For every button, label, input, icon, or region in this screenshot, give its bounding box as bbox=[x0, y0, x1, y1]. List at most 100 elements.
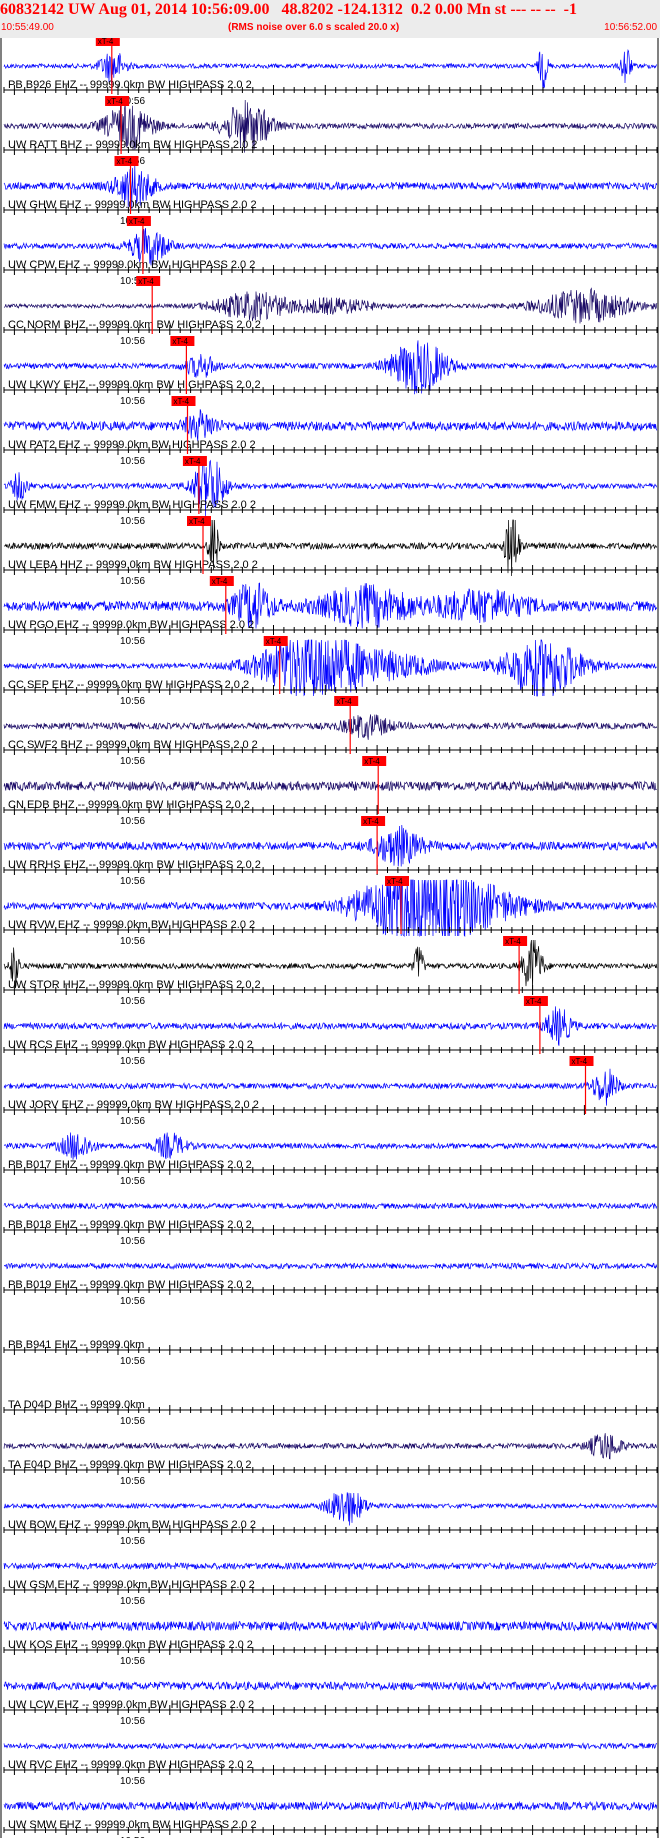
time-tick-label: 10:56 bbox=[120, 1236, 145, 1247]
trace-label: TA E04D BHZ -- 99999.0km BW HIGHPASS 2.0… bbox=[8, 1459, 252, 1471]
seismogram-plot: PB B926 EHZ -- 99999.0km BW HIGHPASS 2.0… bbox=[0, 38, 659, 1838]
trace-19: PB B018 EHZ -- 99999.0km BW HIGHPASS 2.0… bbox=[3, 1201, 658, 1247]
trace-4: CC NORM BHZ -- 99999.0km BW HIGHPASS 2.0… bbox=[3, 276, 658, 347]
pick-label: xT-4 bbox=[364, 757, 380, 766]
waveform bbox=[3, 1680, 658, 1692]
trace-label: PB B018 EHZ -- 99999.0km BW HIGHPASS 2.0… bbox=[8, 1219, 252, 1231]
trace-label: UW KOS EHZ -- 99999.0km BW HIGHPASS 2.0 … bbox=[8, 1639, 253, 1651]
time-tick-label: 10:56 bbox=[120, 1596, 145, 1607]
trace-29: UW SMW EHZ -- 99999.0km BW HIGHPASS 2.0 … bbox=[3, 1800, 658, 1838]
time-tick-label: 10:56 bbox=[120, 636, 145, 647]
trace-label: UW FMW EHZ -- 99999.0km BW HIGHPASS 2.0 … bbox=[8, 499, 256, 511]
trace-1: UW RATT BHZ -- 99999.0km BW HIGHPASS 2.0… bbox=[3, 96, 658, 167]
trace-16: UW RCS EHZ -- 99999.0km BW HIGHPASS 2.0 … bbox=[3, 996, 658, 1067]
start-time: 10:55:49.00 bbox=[1, 22, 54, 33]
trace-label: PB B019 EHZ -- 99999.0km BW HIGHPASS 2.0… bbox=[8, 1279, 252, 1291]
trace-3: UW CPW EHZ -- 99999.0km BW HIGHPASS 2.0 … bbox=[3, 216, 658, 287]
time-tick-label: 10:56 bbox=[120, 756, 145, 767]
pick-label: xT-4 bbox=[174, 397, 190, 406]
time-tick-label: 10:56 bbox=[120, 1536, 145, 1547]
trace-label: UW GSM EHZ -- 99999.0km BW HIGHPASS 2.0 … bbox=[8, 1579, 255, 1591]
trace-13: UW RRHS EHZ -- 99999.0km BW HIGHPASS 2.0… bbox=[3, 816, 658, 887]
header-bar: 60832142 UW Aug 01, 2014 10:56:09.00 48.… bbox=[0, 0, 660, 38]
trace-28: UW RVC EHZ -- 99999.0km BW HIGHPASS 2.0 … bbox=[3, 1741, 658, 1787]
time-tick-label: 10:56 bbox=[120, 936, 145, 947]
time-tick-label: 10:56 bbox=[120, 1776, 145, 1787]
trace-2: UW GHW EHZ -- 99999.0km BW HIGHPASS 2.0 … bbox=[3, 156, 658, 227]
waveform bbox=[3, 409, 658, 442]
trace-20: PB B019 EHZ -- 99999.0km BW HIGHPASS 2.0… bbox=[3, 1261, 658, 1307]
pick-label: xT-4 bbox=[526, 997, 542, 1006]
trace-18: PB B017 EHZ -- 99999.0km BW HIGHPASS 2.0… bbox=[3, 1132, 658, 1187]
time-tick-label: 10:56 bbox=[120, 816, 145, 827]
event-title: 60832142 UW Aug 01, 2014 10:56:09.00 48.… bbox=[0, 1, 577, 18]
time-tick-label: 10:56 bbox=[120, 456, 145, 467]
trace-24: UW BOW EHZ -- 99999.0km BW HIGHPASS 2.0 … bbox=[3, 1492, 658, 1547]
trace-label: CC NORM BHZ -- 99999.0km BW HIGHPASS 2.0… bbox=[8, 319, 261, 331]
pick-label: xT-4 bbox=[572, 1057, 588, 1066]
scale-note: (RMS noise over 6.0 s scaled 20.0 x) bbox=[228, 22, 400, 33]
pick-label: xT-4 bbox=[189, 517, 205, 526]
time-tick-label: 10:56 bbox=[120, 576, 145, 587]
trace-27: UW LCW EHZ -- 99999.0km BW HIGHPASS 2.0 … bbox=[3, 1680, 658, 1727]
trace-6: UW PAT2 EHZ -- 99999.0km BW HIGHPASS 2.0… bbox=[3, 396, 658, 467]
pick-label: xT-4 bbox=[138, 277, 154, 286]
trace-label: UW RVC EHZ -- 99999.0km BW HIGHPASS 2.0 … bbox=[8, 1759, 253, 1771]
waveform bbox=[3, 1433, 658, 1460]
trace-label: UW GHW EHZ -- 99999.0km BW HIGHPASS 2.0 … bbox=[8, 199, 257, 211]
trace-label: UW RVW EHZ -- 99999.0km BW HIGHPASS 2.0 … bbox=[8, 919, 255, 931]
trace-label: UW LEBA HHZ -- 99999.0km BW HIGHPASS 2.0… bbox=[8, 559, 258, 571]
trace-10: CC SEP EHZ -- 99999.0km BW HIGHPASS 2.0 … bbox=[3, 636, 658, 707]
waveform bbox=[3, 1800, 658, 1812]
pick-label: xT-4 bbox=[172, 337, 188, 346]
trace-label: UW CPW EHZ -- 99999.0km BW HIGHPASS 2.0 … bbox=[8, 259, 255, 271]
trace-label: PB B926 EHZ -- 99999.0km BW HIGHPASS 2.0… bbox=[8, 79, 252, 91]
pick-label: xT-4 bbox=[98, 38, 114, 46]
time-tick-label: 10:56 bbox=[120, 1656, 145, 1667]
pick-label: xT-4 bbox=[336, 697, 352, 706]
trace-label: UW RCS EHZ -- 99999.0km BW HIGHPASS 2.0 … bbox=[8, 1039, 253, 1051]
trace-label: UW LKWY EHZ -- 99999.0km BW HIGHPASS 2.0… bbox=[8, 379, 261, 391]
trace-label: UW BOW EHZ -- 99999.0km BW HIGHPASS 2.0 … bbox=[8, 1519, 256, 1531]
trace-8: UW LEBA HHZ -- 99999.0km BW HIGHPASS 2.0… bbox=[3, 516, 658, 587]
waveform bbox=[3, 1741, 658, 1750]
time-tick-label: 10:56 bbox=[120, 1476, 145, 1487]
trace-label: CN EDB BHZ -- 99999.0km BW HIGHPASS 2.0 … bbox=[8, 799, 250, 811]
trace-label: CC SWF2 BHZ -- 99999.0km BW HIGHPASS 2.0… bbox=[8, 739, 258, 751]
end-time: 10:56:52.00 bbox=[604, 22, 657, 33]
trace-9: UW PGO EHZ -- 99999.0km BW HIGHPASS 2.0 … bbox=[3, 576, 658, 647]
waveform bbox=[3, 1620, 658, 1632]
time-tick-label: 10:56 bbox=[120, 1296, 145, 1307]
pick-label: xT-4 bbox=[505, 937, 521, 946]
waveform bbox=[3, 714, 658, 740]
trace-label: UW RRHS EHZ -- 99999.0km BW HIGHPASS 2.0… bbox=[8, 859, 261, 871]
waveform bbox=[3, 780, 657, 792]
pick-label: xT-4 bbox=[129, 217, 145, 226]
trace-label: UW RATT BHZ -- 99999.0km BW HIGHPASS 2.0… bbox=[8, 139, 257, 151]
trace-label: CC SEP EHZ -- 99999.0km BW HIGHPASS 2.0 … bbox=[8, 679, 249, 691]
time-tick-label: 10:56 bbox=[120, 396, 145, 407]
trace-label: PB B941 EHZ -- 99999.0km bbox=[8, 1339, 144, 1351]
time-tick-label: 10:56 bbox=[120, 1416, 145, 1427]
trace-14: UW RVW EHZ -- 99999.0km BW HIGHPASS 2.0 … bbox=[3, 876, 658, 947]
trace-label: UW LCW EHZ -- 99999.0km BW HIGHPASS 2.0 … bbox=[8, 1699, 254, 1711]
trace-label: TA D04D BHZ -- 99999.0km bbox=[8, 1399, 145, 1411]
waveform bbox=[3, 1132, 658, 1160]
trace-7: UW FMW EHZ -- 99999.0km BW HIGHPASS 2.0 … bbox=[3, 456, 658, 527]
trace-21: PB B941 EHZ -- 99999.0km 10:56 bbox=[3, 1339, 658, 1367]
trace-5: UW LKWY EHZ -- 99999.0km BW HIGHPASS 2.0… bbox=[3, 336, 658, 407]
pick-label: xT-4 bbox=[212, 577, 228, 586]
trace-12: CN EDB BHZ -- 99999.0km BW HIGHPASS 2.0 … bbox=[3, 756, 658, 827]
trace-label: UW JORV EHZ -- 99999.0km BW HIGHPASS 2.0… bbox=[8, 1099, 259, 1111]
pick-label: xT-4 bbox=[266, 637, 282, 646]
pick-label: xT-4 bbox=[387, 877, 403, 886]
waveform bbox=[4, 1261, 658, 1270]
time-tick-label: 10:56 bbox=[120, 1116, 145, 1127]
pick-label: xT-4 bbox=[363, 817, 379, 826]
time-tick-label: 10:56 bbox=[120, 1056, 145, 1067]
time-tick-label: 10:56 bbox=[120, 1356, 145, 1367]
time-tick-label: 10:56 bbox=[120, 336, 145, 347]
time-tick-label: 10:56 bbox=[120, 696, 145, 707]
trace-22: TA D04D BHZ -- 99999.0km 10:56 bbox=[3, 1399, 658, 1427]
pick-label: xT-4 bbox=[185, 457, 201, 466]
